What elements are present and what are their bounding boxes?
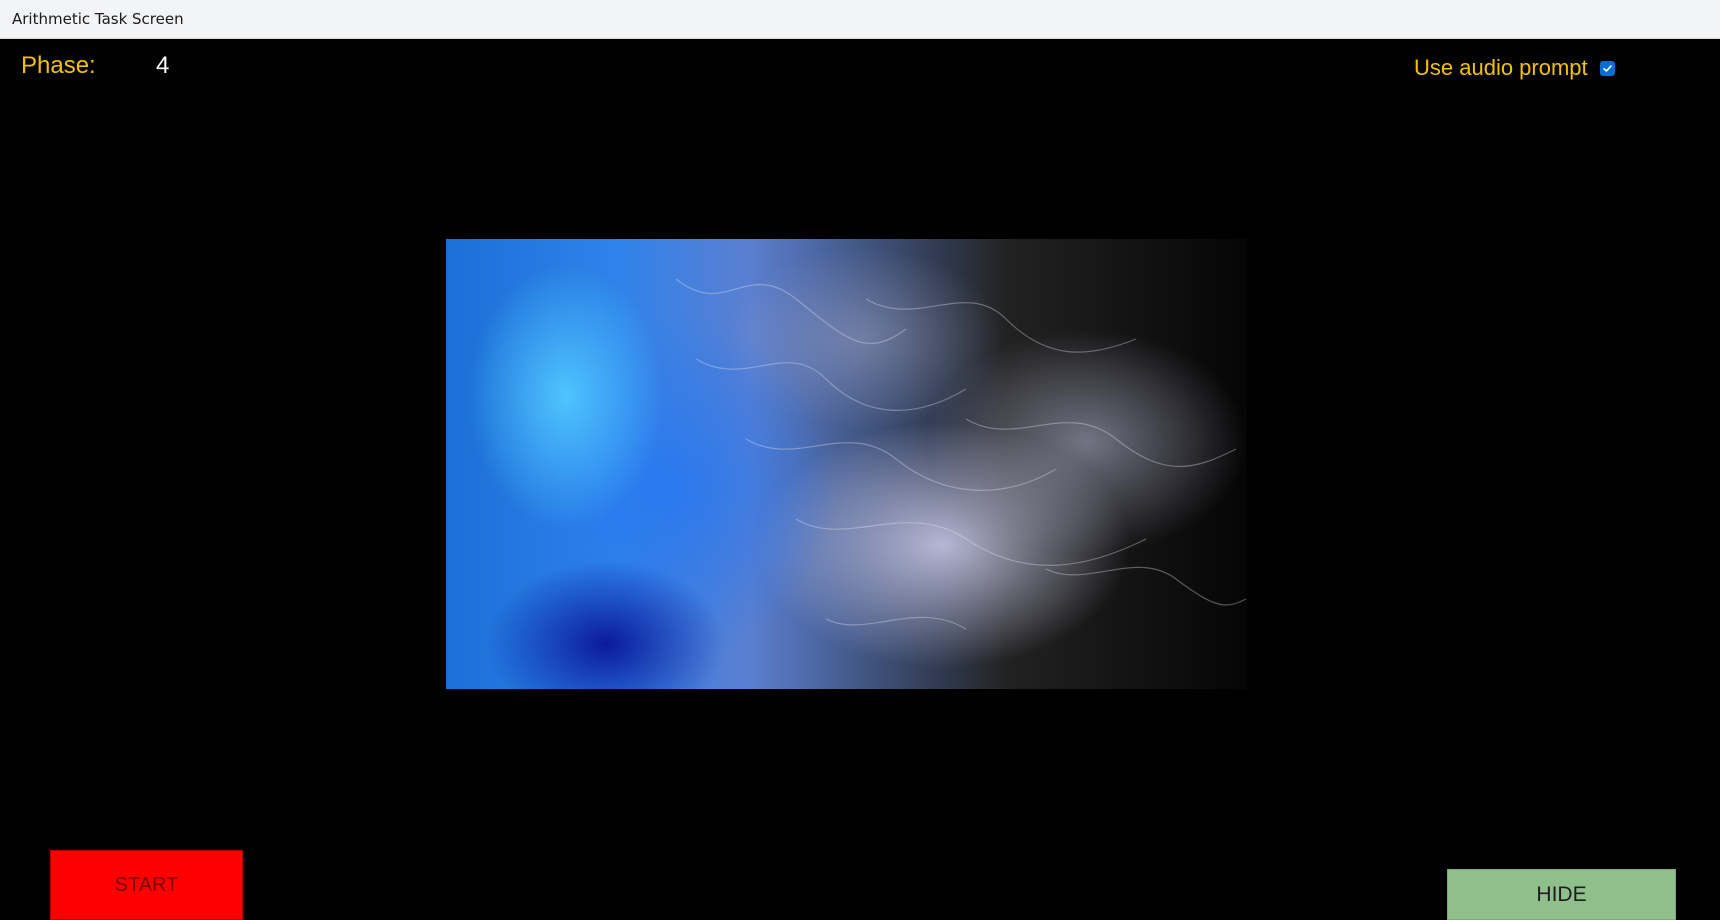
audio-prompt-checkbox[interactable] (1599, 60, 1615, 76)
start-button[interactable]: START (50, 850, 243, 920)
checkmark-icon (1602, 64, 1612, 72)
window-title: Arithmetic Task Screen (12, 10, 184, 28)
smoke-wisps (675, 278, 1247, 630)
audio-prompt-label: Use audio prompt (1414, 55, 1588, 80)
task-screen: Phase: 4 Use audio prompt START HIDE (1, 40, 1720, 920)
phase-value: 4 (156, 52, 170, 79)
window-titlebar: Arithmetic Task Screen (0, 0, 1720, 39)
hide-button[interactable]: HIDE (1447, 869, 1676, 920)
audio-prompt-toggle[interactable]: Use audio prompt (1414, 55, 1615, 81)
phase-label: Phase: (21, 52, 96, 79)
smoke-image (446, 239, 1247, 689)
